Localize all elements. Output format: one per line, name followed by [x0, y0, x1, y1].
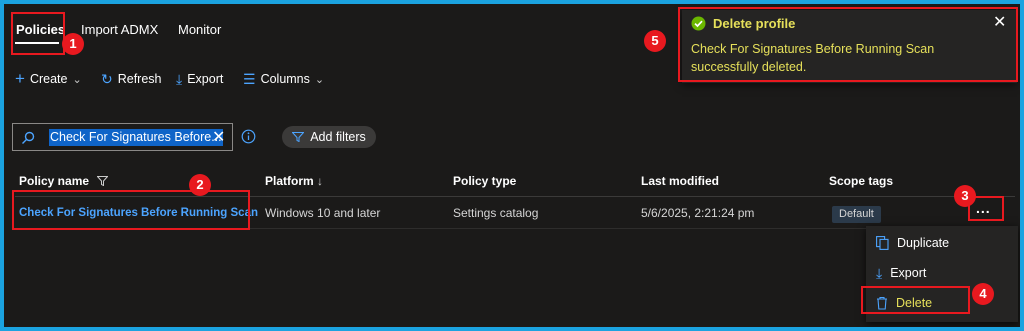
sort-down-icon: ↓ — [317, 174, 324, 188]
filter-icon — [292, 132, 305, 142]
export-button[interactable]: ⤓ Export — [176, 72, 223, 86]
chevron-down-icon: ⌄ — [72, 73, 82, 86]
highlight-box-toast — [678, 7, 1018, 82]
highlight-box-delete — [861, 286, 970, 314]
columns-button[interactable]: ☰ Columns ⌄ — [243, 72, 324, 86]
filter-icon[interactable] — [96, 176, 109, 187]
callout-badge-3: 3 — [954, 185, 976, 207]
scope-tag-badge: Default — [832, 206, 881, 223]
search-input[interactable]: Check For Signatures Before... ✕ — [12, 123, 233, 151]
tab-import-admx[interactable]: Import ADMX — [81, 22, 158, 37]
callout-badge-1: 1 — [62, 33, 84, 55]
clear-search-icon[interactable]: ✕ — [212, 127, 225, 147]
callout-badge-2: 2 — [189, 174, 211, 196]
duplicate-icon — [876, 236, 889, 250]
column-header-policy-name[interactable]: Policy name — [19, 174, 109, 188]
search-value: Check For Signatures Before... — [49, 129, 223, 146]
info-icon[interactable] — [241, 129, 256, 144]
refresh-icon: ↻ — [101, 71, 113, 87]
column-header-scope-tags[interactable]: Scope tags — [829, 174, 893, 188]
callout-badge-5: 5 — [644, 30, 666, 52]
chevron-down-icon: ⌄ — [314, 73, 325, 86]
menu-item-export[interactable]: ⤓ Export — [866, 258, 1018, 288]
column-header-policy-type[interactable]: Policy type — [453, 174, 516, 188]
create-button[interactable]: + Create ⌄ — [15, 69, 82, 88]
highlight-box-policy-name — [12, 190, 250, 230]
search-icon — [22, 131, 35, 144]
column-header-platform[interactable]: Platform ↓ — [265, 174, 323, 188]
platform-cell: Windows 10 and later — [265, 206, 381, 220]
policy-type-cell: Settings catalog — [453, 206, 539, 220]
callout-badge-4: 4 — [972, 283, 994, 305]
columns-icon: ☰ — [243, 71, 256, 87]
download-icon: ⤓ — [876, 265, 883, 281]
download-icon: ⤓ — [176, 71, 183, 87]
plus-icon: + — [15, 69, 25, 88]
app-frame: Policies Import ADMX Monitor + Create ⌄ … — [4, 4, 1020, 327]
tab-monitor[interactable]: Monitor — [178, 22, 221, 37]
last-modified-cell: 5/6/2025, 2:21:24 pm — [641, 206, 755, 220]
column-header-last-modified[interactable]: Last modified — [641, 174, 719, 188]
menu-item-duplicate[interactable]: Duplicate — [866, 228, 1018, 258]
highlight-box-policies-tab — [11, 12, 65, 55]
refresh-button[interactable]: ↻ Refresh — [101, 72, 162, 86]
add-filters-button[interactable]: Add filters — [282, 126, 376, 148]
